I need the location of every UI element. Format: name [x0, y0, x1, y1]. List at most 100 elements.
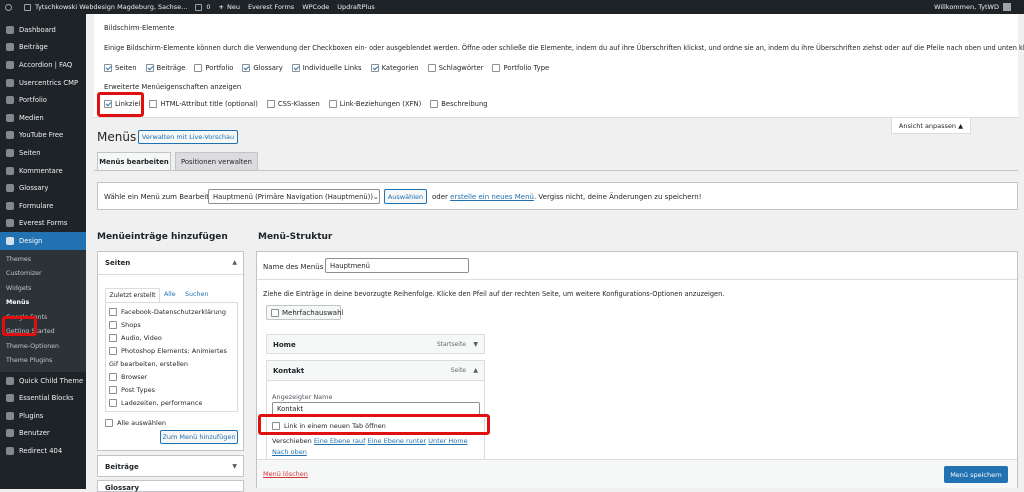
glossary-box[interactable]: Glossary: [97, 480, 244, 492]
plugins-icon: [6, 411, 14, 420]
screen-options-toggle[interactable]: Ansicht anpassen ▲: [891, 118, 971, 134]
shield-icon: [6, 78, 14, 87]
sidebar-item-seiten[interactable]: Seiten: [0, 144, 86, 162]
chevron-up-icon[interactable]: ▲: [473, 367, 478, 374]
book-icon: [6, 184, 14, 193]
sidebar-item-everest-forms[interactable]: Everest Forms: [0, 215, 86, 233]
brush-icon: [6, 236, 14, 245]
sidebar-item-kommentare[interactable]: Kommentare: [0, 162, 86, 180]
admin-bar: Tytschkowski Webdesign Magdeburg, Sachse…: [0, 0, 1024, 14]
forms-icon: [6, 201, 14, 210]
pages-box-title[interactable]: Seiten: [105, 259, 130, 267]
checkbox-link-beziehungen-xfn[interactable]: Link-Beziehungen (XFN): [328, 100, 421, 108]
tab-most-recent[interactable]: Zuletzt erstellt: [105, 288, 160, 302]
page-option[interactable]: Facebook-Datenschutzerklärung: [109, 308, 226, 316]
checkbox-schlagworter[interactable]: Schlagwörter: [427, 64, 483, 72]
live-preview-button[interactable]: Verwalten mit Live-Vorschau: [138, 130, 238, 144]
sidebar-item-medien[interactable]: Medien: [0, 109, 86, 127]
menu-select-bar: Wähle ein Menü zum Bearbeiten: Hauptmenü…: [97, 182, 1018, 210]
menu-select-dropdown[interactable]: Hauptmenü (Primäre Navigation (Hauptmenü…: [208, 189, 380, 204]
move-under-home-link[interactable]: Unter Home: [428, 437, 467, 445]
advanced-properties-heading: Erweiterte Menüeigenschaften anzeigen: [104, 83, 242, 91]
page-option[interactable]: Audio, Video: [109, 334, 162, 342]
page-option[interactable]: Ladezeiten, performance: [109, 399, 202, 407]
checkbox-portfolio-type[interactable]: Portfolio Type: [492, 64, 549, 72]
tab-divider: [94, 170, 1018, 171]
submenu-item-themes[interactable]: Themes: [0, 253, 86, 268]
sidebar-item-plugins[interactable]: Plugins: [0, 407, 86, 425]
sidebar-item-glossary[interactable]: Glossary: [0, 179, 86, 197]
menu-item-title: Kontakt: [273, 367, 305, 375]
divider: [98, 274, 243, 275]
page-option[interactable]: Browser: [109, 373, 147, 381]
move-to-top-link[interactable]: Nach oben: [272, 448, 307, 456]
delete-menu-link[interactable]: Menü löschen: [263, 470, 308, 478]
screen-options-description: Einige Bildschirm-Elemente können durch …: [104, 44, 1024, 52]
comments-link[interactable]: 0: [195, 3, 211, 11]
glossary-box-title: Glossary: [105, 484, 140, 492]
checkbox-kategorien[interactable]: Kategorien: [370, 64, 419, 72]
checkbox-html-attribut-title-optional[interactable]: HTML-Attribut title (optional): [149, 100, 258, 108]
bulk-select-button[interactable]: Mehrfachauswahl: [266, 305, 343, 320]
move-up-one-level-link[interactable]: Eine Ebene rauf: [314, 437, 366, 445]
everest-forms-link[interactable]: Everest Forms: [248, 3, 294, 11]
user-account-link[interactable]: Willkommen, TytWD: [934, 3, 1011, 11]
sidebar-item-quick-child-theme[interactable]: Quick Child Theme: [0, 372, 86, 390]
submenu-item-customizer[interactable]: Customizer: [0, 267, 86, 282]
sidebar-item-formulare[interactable]: Formulare: [0, 197, 86, 215]
save-menu-button[interactable]: Menü speichern: [944, 466, 1008, 483]
move-down-one-level-link[interactable]: Eine Ebene runter: [367, 437, 426, 445]
tab-edit-menus[interactable]: Menüs bearbeiten: [97, 152, 171, 171]
updraftplus-link[interactable]: UpdraftPlus: [337, 3, 375, 11]
select-all-checkbox[interactable]: Alle auswählen: [105, 419, 166, 427]
plus-icon: +: [218, 3, 224, 11]
add-to-menu-button[interactable]: Zum Menü hinzufügen: [160, 430, 238, 444]
tab-search[interactable]: Suchen: [185, 291, 208, 298]
submenu-item-theme-optionen[interactable]: Theme-Optionen: [0, 340, 86, 355]
page-option[interactable]: Photoshop Elements: Animiertes: [109, 347, 227, 355]
chevron-down-icon: ⌄: [373, 192, 379, 201]
page-option[interactable]: Gif bearbeiten, erstellen: [109, 360, 188, 368]
sidebar-item-design[interactable]: Design: [0, 232, 86, 250]
sidebar-item-youtube-free[interactable]: YouTube Free: [0, 127, 86, 145]
new-content-link[interactable]: + Neu: [219, 3, 240, 11]
checkbox-seiten[interactable]: Seiten: [104, 64, 137, 72]
submenu-item-widgets[interactable]: Widgets: [0, 282, 86, 297]
chevron-down-icon[interactable]: ▼: [473, 341, 478, 348]
wordpress-logo-link[interactable]: [5, 3, 16, 11]
tab-manage-locations[interactable]: Positionen verwalten: [175, 152, 258, 170]
checkbox-portfolio[interactable]: Portfolio: [194, 64, 233, 72]
checkbox-glossary[interactable]: Glossary: [242, 64, 283, 72]
select-menu-button[interactable]: Auswählen: [384, 189, 427, 204]
tab-all[interactable]: Alle: [164, 291, 176, 298]
accordion-icon: [6, 60, 14, 69]
submenu-item-menus[interactable]: Menüs: [0, 296, 86, 311]
wpcode-link[interactable]: WPCode: [302, 3, 329, 11]
screen-options-panel: Bildschirm-Elemente Einige Bildschirm-El…: [94, 14, 1024, 118]
sidebar-item-benutzer[interactable]: Benutzer: [0, 425, 86, 443]
checkbox-css-klassen[interactable]: CSS-Klassen: [266, 100, 320, 108]
posts-box[interactable]: Beiträge ▼: [97, 455, 244, 477]
checkbox-beitrage[interactable]: Beiträge: [145, 64, 185, 72]
create-new-menu-link[interactable]: erstelle ein neues Menü: [450, 193, 534, 201]
site-name-link[interactable]: Tytschkowski Webdesign Magdeburg, Sachse…: [24, 3, 187, 11]
checkbox-individuelle-links[interactable]: Individuelle Links: [291, 64, 362, 72]
page-option[interactable]: Shops: [109, 321, 141, 329]
sidebar-item-beitrage[interactable]: Beiträge: [0, 39, 86, 57]
sidebar-item-accordion-faq[interactable]: Accordion | FAQ: [0, 56, 86, 74]
page-option[interactable]: Post Types: [109, 386, 155, 394]
checkbox-beschreibung[interactable]: Beschreibung: [430, 100, 488, 108]
menu-item-home[interactable]: Home Startseite ▼: [266, 334, 485, 354]
sidebar-item-redirect-404[interactable]: Redirect 404: [0, 442, 86, 460]
pages-list[interactable]: Facebook-Datenschutzerklärung Shops Audio,…: [105, 302, 238, 412]
sidebar-item-essential-blocks[interactable]: Essential Blocks: [0, 389, 86, 407]
blocks-icon: [6, 394, 14, 403]
menu-instructions: Ziehe die Einträge in deine bevorzugte R…: [263, 290, 725, 298]
sidebar-item-dashboard[interactable]: Dashboard: [0, 21, 86, 39]
menu-item-kontakt-header[interactable]: Kontakt Seite ▲: [267, 361, 484, 381]
menu-name-input[interactable]: Hauptmenü: [325, 258, 469, 273]
sidebar-item-usercentrics-cmp[interactable]: Usercentrics CMP: [0, 74, 86, 92]
sidebar-item-portfolio[interactable]: Portfolio: [0, 91, 86, 109]
submenu-item-theme-plugins[interactable]: Theme Plugins: [0, 354, 86, 369]
collapse-up-icon[interactable]: ▲: [232, 259, 237, 266]
